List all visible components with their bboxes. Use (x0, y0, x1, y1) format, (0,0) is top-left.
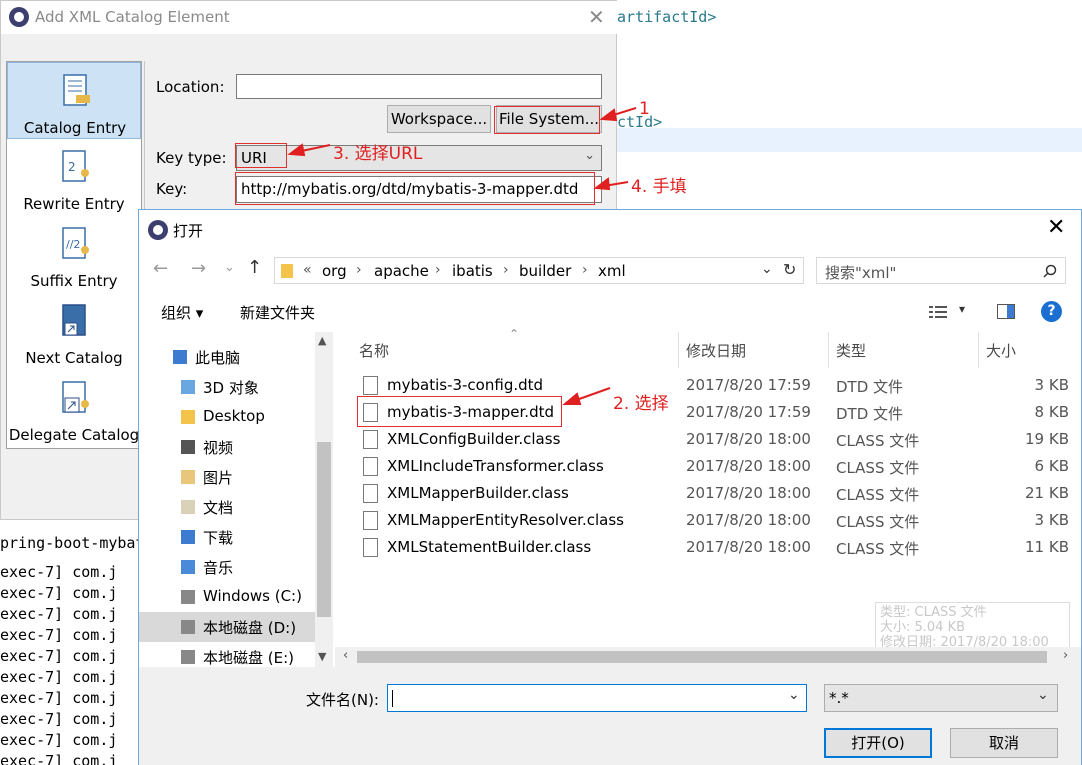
annotation-arrow-step-2 (562, 387, 611, 405)
